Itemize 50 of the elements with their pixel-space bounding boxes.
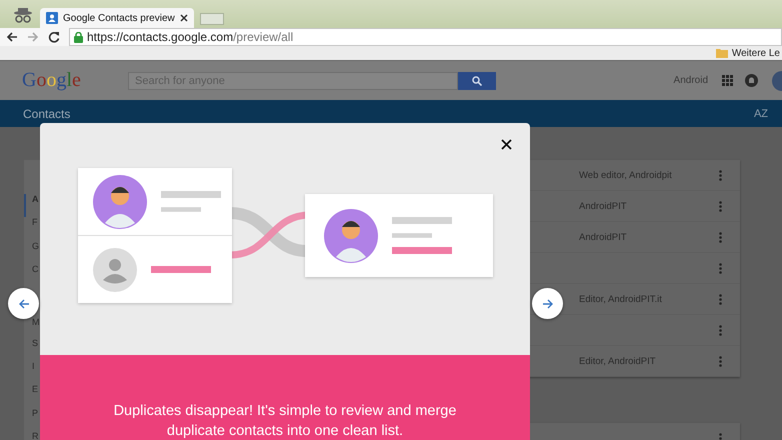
lock-icon xyxy=(74,32,83,42)
previous-button[interactable] xyxy=(8,288,39,319)
apps-grid-icon[interactable] xyxy=(722,75,733,86)
back-arrow-icon[interactable] xyxy=(6,31,18,43)
sidebar-item[interactable]: S xyxy=(24,338,40,361)
sort-button[interactable]: AZ xyxy=(754,108,768,120)
sidebar-item[interactable]: R xyxy=(24,431,40,440)
new-tab-button[interactable] xyxy=(200,13,224,25)
more-options-icon[interactable] xyxy=(719,262,722,274)
more-options-icon[interactable] xyxy=(719,200,722,212)
browser-tab[interactable]: Google Contacts preview xyxy=(40,8,194,28)
contacts-icon xyxy=(46,12,58,24)
url-text: https://contacts.google.com/preview/all xyxy=(87,30,294,44)
arrow-left-icon xyxy=(18,298,30,310)
address-field[interactable]: https://contacts.google.com/preview/all xyxy=(69,28,782,46)
avatar-icon xyxy=(93,174,147,228)
sidebar-item[interactable]: F xyxy=(24,217,40,241)
close-icon[interactable] xyxy=(501,139,512,150)
sidebar-item[interactable]: M xyxy=(24,316,40,338)
search-button[interactable] xyxy=(458,72,496,90)
person-silhouette-icon xyxy=(93,248,137,292)
reload-icon[interactable] xyxy=(48,31,60,43)
incognito-icon xyxy=(12,7,34,23)
sidebar-item[interactable]: P xyxy=(24,408,40,432)
more-options-icon[interactable] xyxy=(719,170,722,180)
sidebar-item[interactable]: I xyxy=(24,360,40,384)
notification-icon[interactable] xyxy=(745,74,758,87)
forward-arrow-icon[interactable] xyxy=(27,31,39,43)
more-options-icon[interactable] xyxy=(719,324,722,336)
table-cell: Editor, AndroidPIT.it xyxy=(579,294,662,304)
table-cell: Editor, AndroidPIT xyxy=(579,356,656,366)
sidebar-item[interactable]: C xyxy=(24,264,40,288)
account-label[interactable]: Android xyxy=(674,75,708,86)
avatar-icon xyxy=(324,208,378,262)
google-logo[interactable]: Google xyxy=(22,69,128,92)
close-icon[interactable] xyxy=(180,14,188,22)
more-options-icon[interactable] xyxy=(719,294,722,304)
bookmark-link[interactable]: Weitere Le xyxy=(732,48,780,58)
sidebar-item[interactable]: E xyxy=(24,384,40,408)
more-options-icon[interactable] xyxy=(719,232,722,242)
app-title: Contacts xyxy=(23,106,70,120)
table-cell: AndroidPIT xyxy=(579,200,627,212)
dialog-message: Duplicates disappear! It's simple to review and merge duplicate contacts into one clean list. xyxy=(112,402,458,440)
arrow-right-icon xyxy=(542,298,554,310)
folder-icon xyxy=(716,48,728,58)
search-icon xyxy=(472,76,482,86)
table-cell: Web editor, Androidpit xyxy=(579,170,672,180)
more-options-icon[interactable] xyxy=(719,356,722,366)
sidebar-item[interactable]: G xyxy=(24,240,40,264)
table-cell: AndroidPIT xyxy=(579,232,627,242)
